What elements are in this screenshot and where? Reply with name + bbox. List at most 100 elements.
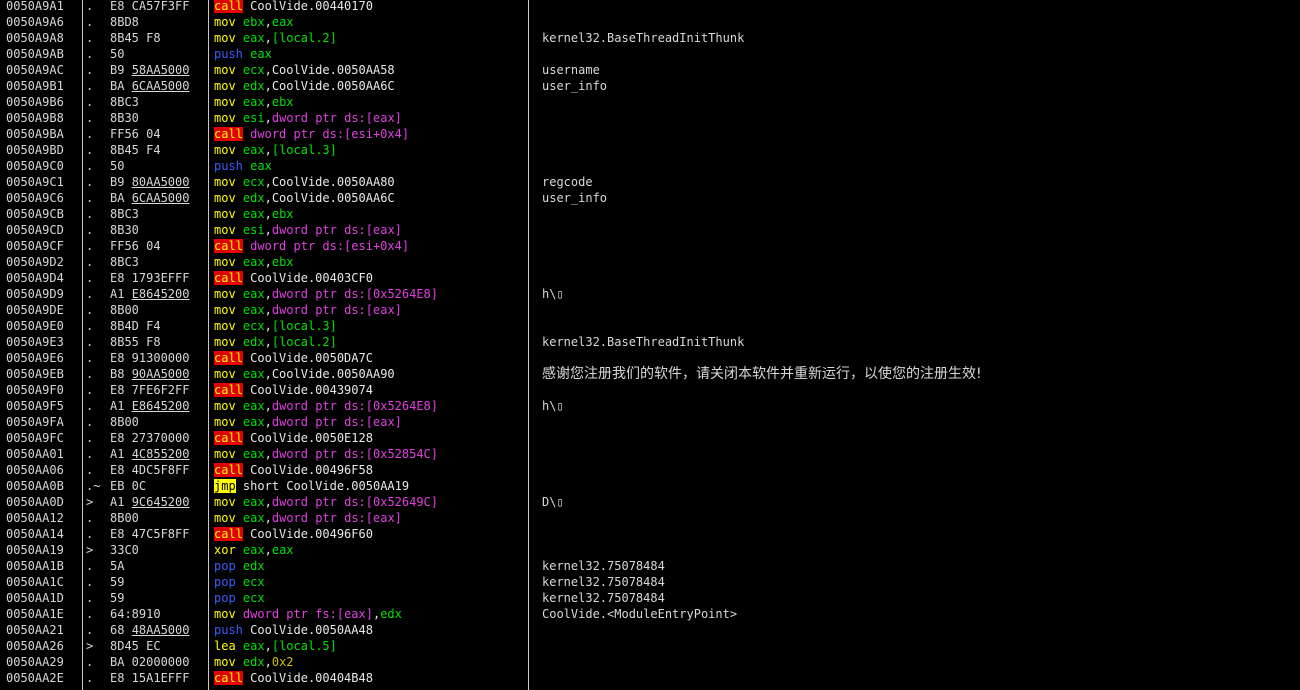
- address-cell: 0050A9CD: [6, 223, 64, 237]
- instruction-cell: pop ecx: [214, 590, 265, 606]
- hex-bytes: FF56 04: [110, 239, 161, 253]
- disassembly-pane[interactable]: 0050A9A1. E8 CA57F3FF call CoolVide.004401…: [0, 0, 1300, 690]
- disasm-row[interactable]: 0050A9C0. 50 push eax: [0, 158, 1300, 174]
- hex-bytes: 50: [110, 159, 125, 173]
- instruction-cell: mov eax,ebx: [214, 206, 294, 222]
- disasm-row[interactable]: 0050AA21. 68 48AA5000 push CoolVide.0050AA…: [0, 622, 1300, 638]
- disasm-row[interactable]: 0050A9D9. A1 E8645200 mov eax,dword ptr ds…: [0, 286, 1300, 302]
- hex-bytes: 8B45 F8: [110, 31, 161, 45]
- disasm-row[interactable]: 0050A9DE. 8B00 mov eax,dword ptr ds:[eax]: [0, 302, 1300, 318]
- jump-marker: .: [86, 319, 94, 333]
- hex-bytes: 8BC3: [110, 255, 139, 269]
- disasm-row[interactable]: 0050A9BA. FF56 04 call dword ptr ds:[esi+0…: [0, 126, 1300, 142]
- address-cell: 0050A9B1: [6, 79, 64, 93]
- disasm-row[interactable]: 0050A9FC. E8 27370000 call CoolVide.0050E1…: [0, 430, 1300, 446]
- operand: ,: [264, 399, 272, 413]
- operand: eax: [242, 543, 265, 557]
- disasm-row[interactable]: 0050A9EB. B8 90AA5000 mov eax,CoolVide.005…: [0, 366, 1300, 382]
- hex-bytes-cell: A1 9C645200: [110, 494, 189, 510]
- disasm-row[interactable]: 0050A9A1. E8 CA57F3FF call CoolVide.004401…: [0, 0, 1300, 14]
- address-cell: 0050A9A1: [6, 0, 64, 13]
- disasm-row[interactable]: 0050AA1B. 5A pop edx kernel32.75078484: [0, 558, 1300, 574]
- disasm-row[interactable]: 0050A9E6. E8 91300000 call CoolVide.0050DA…: [0, 350, 1300, 366]
- hex-bytes-cell: E8 91300000: [110, 350, 189, 366]
- hex-bytes-cell: E8 27370000: [110, 430, 189, 446]
- disasm-row[interactable]: 0050AA29. BA 02000000 mov edx,0x2: [0, 654, 1300, 670]
- disasm-row[interactable]: 0050A9A6. 8BD8 mov ebx,eax: [0, 14, 1300, 30]
- mnemonic: call: [214, 271, 243, 285]
- disasm-row[interactable]: 0050A9AB. 50 push eax: [0, 46, 1300, 62]
- mnemonic: mov: [214, 511, 236, 525]
- disasm-row[interactable]: 0050AA14. E8 47C5F8FF call CoolVide.00496F…: [0, 526, 1300, 542]
- disasm-row[interactable]: 0050A9CD. 8B30 mov esi,dword ptr ds:[eax]: [0, 222, 1300, 238]
- disasm-row[interactable]: 0050A9FA. 8B00 mov eax,dword ptr ds:[eax]: [0, 414, 1300, 430]
- operand: dword ptr ds:[esi+0x4]: [250, 239, 410, 253]
- disasm-row[interactable]: 0050A9C6. BA 6CAA5000 mov edx,CoolVide.005…: [0, 190, 1300, 206]
- mnemonic: call: [214, 0, 243, 13]
- disasm-row[interactable]: 0050A9CB. 8BC3 mov eax,ebx: [0, 206, 1300, 222]
- mnemonic: mov: [214, 303, 236, 317]
- jump-marker: .: [86, 79, 94, 93]
- disasm-row[interactable]: 0050A9BD. 8B45 F4 mov eax,[local.3]: [0, 142, 1300, 158]
- disasm-row[interactable]: 0050A9E3. 8B55 F8 mov edx,[local.2] kernel3…: [0, 334, 1300, 350]
- operand: edx: [242, 191, 265, 205]
- disasm-row[interactable]: 0050A9B6. 8BC3 mov eax,ebx: [0, 94, 1300, 110]
- operand: ,: [264, 31, 272, 45]
- operand: eax: [250, 159, 272, 173]
- hex-bytes: B8: [110, 367, 132, 381]
- hex-address-operand: E8645200: [131, 399, 190, 413]
- comment-cell: CoolVide.<ModuleEntryPoint>: [542, 607, 738, 621]
- comment-cell: h\▯: [542, 399, 564, 413]
- disasm-row[interactable]: 0050A9D2. 8BC3 mov eax,ebx: [0, 254, 1300, 270]
- disasm-row[interactable]: 0050AA06. E8 4DC5F8FF call CoolVide.00496F…: [0, 462, 1300, 478]
- disasm-row[interactable]: 0050A9CF. FF56 04 call dword ptr ds:[esi+0…: [0, 238, 1300, 254]
- disasm-row[interactable]: 0050A9B1. BA 6CAA5000 mov edx,CoolVide.005…: [0, 78, 1300, 94]
- mnemonic: call: [214, 127, 243, 141]
- instruction-cell: mov edx,CoolVide.0050AA6C: [214, 190, 395, 206]
- instruction-cell: mov eax,[local.2]: [214, 30, 337, 46]
- disasm-row[interactable]: 0050AA0B .~ EB 0C jmp short CoolVide.0050AA…: [0, 478, 1300, 494]
- disasm-row[interactable]: 0050A9E0. 8B4D F4 mov ecx,[local.3]: [0, 318, 1300, 334]
- disasm-row[interactable]: 0050AA1E. 64:8910 mov dword ptr fs:[eax],e…: [0, 606, 1300, 622]
- disasm-row[interactable]: 0050AA1C. 59 pop ecx kernel32.75078484: [0, 574, 1300, 590]
- hex-bytes-cell: 8B4D F4: [110, 318, 161, 334]
- operand: eax: [271, 543, 294, 557]
- hex-bytes-cell: 59: [110, 590, 124, 606]
- operand: [local.3]: [271, 143, 337, 157]
- disasm-row[interactable]: 0050AA2E. E8 15A1EFFF call CoolVide.00404B…: [0, 670, 1300, 686]
- disasm-row[interactable]: 0050A9C1. B9 80AA5000 mov ecx,CoolVide.005…: [0, 174, 1300, 190]
- jump-marker: .: [86, 95, 94, 109]
- address-cell: 0050A9C1: [6, 175, 64, 189]
- disasm-row[interactable]: 0050A9AC. B9 58AA5000 mov ecx,CoolVide.005…: [0, 62, 1300, 78]
- hex-bytes: 8BC3: [110, 207, 139, 221]
- disasm-row[interactable]: 0050A9F5. A1 E8645200 mov eax,dword ptr ds…: [0, 398, 1300, 414]
- disasm-row[interactable]: 0050AA26 >8D45 EC lea eax,[local.5]: [0, 638, 1300, 654]
- comment-cell: kernel32.75078484: [542, 575, 665, 589]
- address-cell: 0050AA1C: [6, 575, 64, 589]
- disasm-row[interactable]: 0050A9D4. E8 1793EFFF call CoolVide.00403C…: [0, 270, 1300, 286]
- address-cell: 0050A9EB: [6, 367, 64, 381]
- hex-bytes-cell: 8BC3: [110, 206, 139, 222]
- hex-address-operand: E8645200: [131, 287, 190, 301]
- hex-address-operand: 90AA5000: [131, 367, 190, 381]
- disasm-row[interactable]: 0050AA19 >33C0 xor eax,eax: [0, 542, 1300, 558]
- address-cell: 0050AA0D: [6, 495, 64, 509]
- operand: ,CoolVide.0050AA90: [264, 367, 395, 381]
- disasm-row[interactable]: 0050AA0D > A1 9C645200 mov eax,dword ptr ds…: [0, 494, 1300, 510]
- disasm-row[interactable]: 0050A9F0. E8 7FE6F2FF call CoolVide.004390…: [0, 382, 1300, 398]
- disasm-row[interactable]: 0050A9B8. 8B30 mov esi,dword ptr ds:[eax]: [0, 110, 1300, 126]
- instruction-cell: mov esi,dword ptr ds:[eax]: [214, 222, 402, 238]
- operand: dword ptr ds:[eax]: [271, 511, 402, 525]
- hex-bytes-cell: E8 4DC5F8FF: [110, 462, 189, 478]
- hex-bytes: BA: [110, 79, 132, 93]
- address-cell: 0050AA1E: [6, 607, 64, 621]
- instruction-cell: call CoolVide.00496F58: [214, 462, 373, 478]
- disasm-row[interactable]: 0050AA1D. 59 pop ecx kernel32.75078484: [0, 590, 1300, 606]
- jump-marker: .: [86, 175, 94, 189]
- hex-bytes-cell: E8 1793EFFF: [110, 270, 189, 286]
- hex-bytes: E8 47C5F8FF: [110, 527, 190, 541]
- disasm-row[interactable]: 0050AA01. A1 4C855200 mov eax,dword ptr ds…: [0, 446, 1300, 462]
- disasm-row[interactable]: 0050AA12. 8B00 mov eax,dword ptr ds:[eax]: [0, 510, 1300, 526]
- operand: ecx: [242, 591, 265, 605]
- disasm-row[interactable]: 0050A9A8. 8B45 F8 mov eax,[local.2] kernel3…: [0, 30, 1300, 46]
